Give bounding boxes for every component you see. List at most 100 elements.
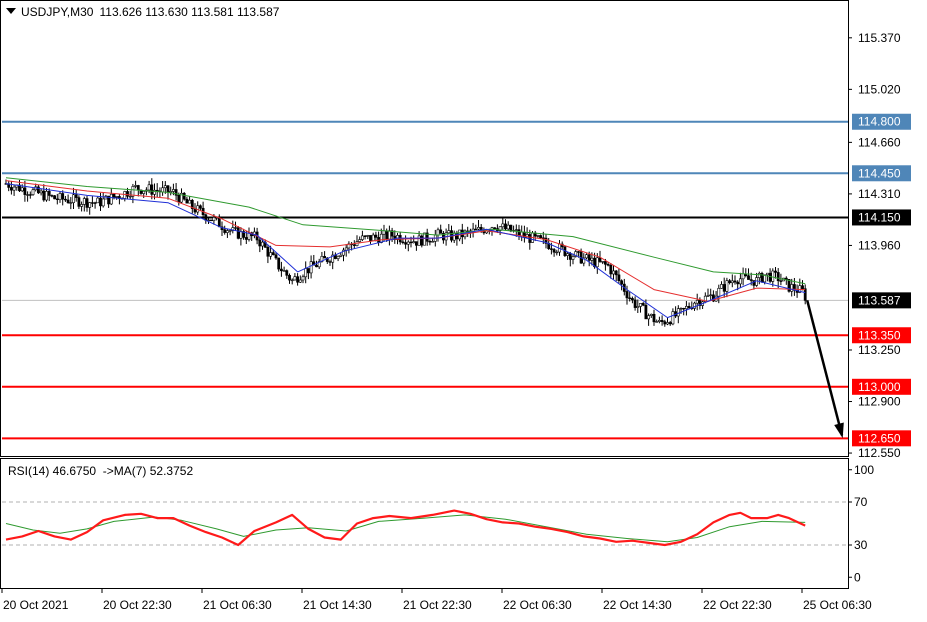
candle-body bbox=[628, 297, 632, 299]
price-axis: 115.370 115.020 114.660 114.310 113.960 113.2… bbox=[848, 31, 901, 460]
candle-body bbox=[668, 322, 672, 325]
candle-body bbox=[506, 224, 510, 230]
candle-body bbox=[172, 189, 175, 192]
candle-body bbox=[684, 306, 688, 310]
candle-body bbox=[45, 191, 48, 201]
candle-body bbox=[53, 195, 57, 200]
candle-body bbox=[366, 235, 370, 237]
candle-body bbox=[88, 202, 92, 208]
chevron-down-icon[interactable] bbox=[6, 8, 16, 14]
candle-body bbox=[504, 223, 507, 230]
candle-body bbox=[549, 248, 553, 250]
candle-body bbox=[10, 187, 13, 191]
candle-body bbox=[185, 198, 189, 204]
candle-body bbox=[155, 189, 159, 192]
current-label: 113.587 bbox=[858, 293, 901, 307]
candle-body bbox=[136, 185, 140, 191]
candle-body bbox=[738, 278, 742, 285]
candle-body bbox=[26, 194, 30, 196]
candle-body bbox=[617, 274, 621, 282]
candle-body bbox=[647, 315, 651, 320]
trading-chart[interactable]: 115.370 115.020 114.660 114.310 113.960 113.2… bbox=[0, 0, 927, 622]
candle-body bbox=[363, 235, 367, 237]
candle-body bbox=[266, 246, 270, 257]
candle-body bbox=[606, 264, 610, 266]
candle-body bbox=[269, 252, 273, 257]
candle-body bbox=[58, 193, 62, 200]
candle-body bbox=[261, 241, 264, 247]
candle-body bbox=[601, 261, 605, 263]
candle-body bbox=[736, 281, 740, 285]
candle-body bbox=[404, 242, 408, 245]
candle-body bbox=[285, 270, 289, 276]
candle-body bbox=[177, 194, 181, 203]
price-tick-label: 115.370 bbox=[858, 31, 901, 45]
candle-body bbox=[576, 251, 580, 253]
candle-body bbox=[585, 254, 588, 259]
candle-body bbox=[309, 261, 313, 274]
time-tick-label: 25 Oct 06:30 bbox=[803, 598, 872, 612]
time-tick-label: 21 Oct 22:30 bbox=[403, 598, 472, 612]
time-tick-label: 22 Oct 06:30 bbox=[503, 598, 572, 612]
candle-body bbox=[306, 268, 310, 274]
candle-body bbox=[387, 230, 391, 240]
candle-body bbox=[277, 257, 281, 270]
candle-body bbox=[12, 186, 16, 191]
candle-body bbox=[765, 272, 769, 276]
candle-body bbox=[64, 198, 67, 201]
time-axis: 20 Oct 2021 20 Oct 22:30 21 Oct 06:30 21 Oc… bbox=[1, 588, 872, 612]
candle-body bbox=[423, 232, 426, 246]
candle-body bbox=[298, 279, 302, 283]
candle-body bbox=[768, 272, 772, 282]
candle-body bbox=[682, 307, 686, 310]
candle-body bbox=[358, 239, 362, 242]
candle-body bbox=[150, 184, 154, 195]
candle-body bbox=[652, 313, 656, 323]
candle-body bbox=[101, 198, 105, 207]
candle-body bbox=[55, 198, 59, 200]
candle-body bbox=[290, 279, 294, 282]
candle-body bbox=[212, 217, 216, 221]
chart-frame bbox=[0, 0, 849, 457]
candle-body bbox=[166, 185, 170, 193]
candle-body bbox=[493, 227, 497, 229]
rsi-ma-value: ->MA(7) 52.3752 bbox=[102, 464, 194, 478]
candle-body bbox=[676, 308, 680, 317]
candle-body bbox=[514, 229, 518, 231]
candle-body bbox=[420, 235, 424, 246]
rsi-tick-label: 0 bbox=[854, 570, 861, 584]
candle-body bbox=[50, 195, 54, 197]
rsi-tick-label: 30 bbox=[854, 538, 868, 552]
candle-body bbox=[147, 184, 151, 191]
candle-body bbox=[609, 264, 613, 275]
candle-body bbox=[28, 194, 32, 196]
candle-body bbox=[31, 189, 35, 195]
candle-body bbox=[612, 270, 615, 275]
candle-body bbox=[412, 241, 416, 244]
candle-body bbox=[382, 230, 386, 235]
candle-body bbox=[61, 193, 65, 200]
candle-body bbox=[603, 261, 607, 265]
price-tick-label: 114.660 bbox=[858, 135, 901, 149]
candle-body bbox=[439, 229, 443, 234]
candle-body bbox=[801, 285, 804, 290]
candle-body bbox=[657, 320, 661, 322]
candle-body bbox=[414, 241, 418, 246]
candle-body bbox=[452, 232, 456, 241]
candle-body bbox=[282, 270, 286, 272]
candle-body bbox=[77, 197, 81, 207]
candle-body bbox=[717, 287, 721, 297]
candle-body bbox=[328, 261, 332, 263]
candle-body bbox=[733, 280, 737, 283]
candle-body bbox=[161, 187, 165, 193]
rsi-tick-label: 100 bbox=[854, 463, 874, 477]
resistance-label: 114.800 bbox=[858, 115, 901, 129]
support-label: 112.650 bbox=[858, 431, 901, 445]
candle-body bbox=[182, 192, 186, 200]
candle-body bbox=[409, 241, 413, 244]
candle-body bbox=[153, 189, 156, 195]
candle-body bbox=[541, 237, 545, 239]
candle-body bbox=[128, 195, 132, 198]
candle-body bbox=[633, 299, 637, 308]
candle-body bbox=[69, 202, 73, 204]
